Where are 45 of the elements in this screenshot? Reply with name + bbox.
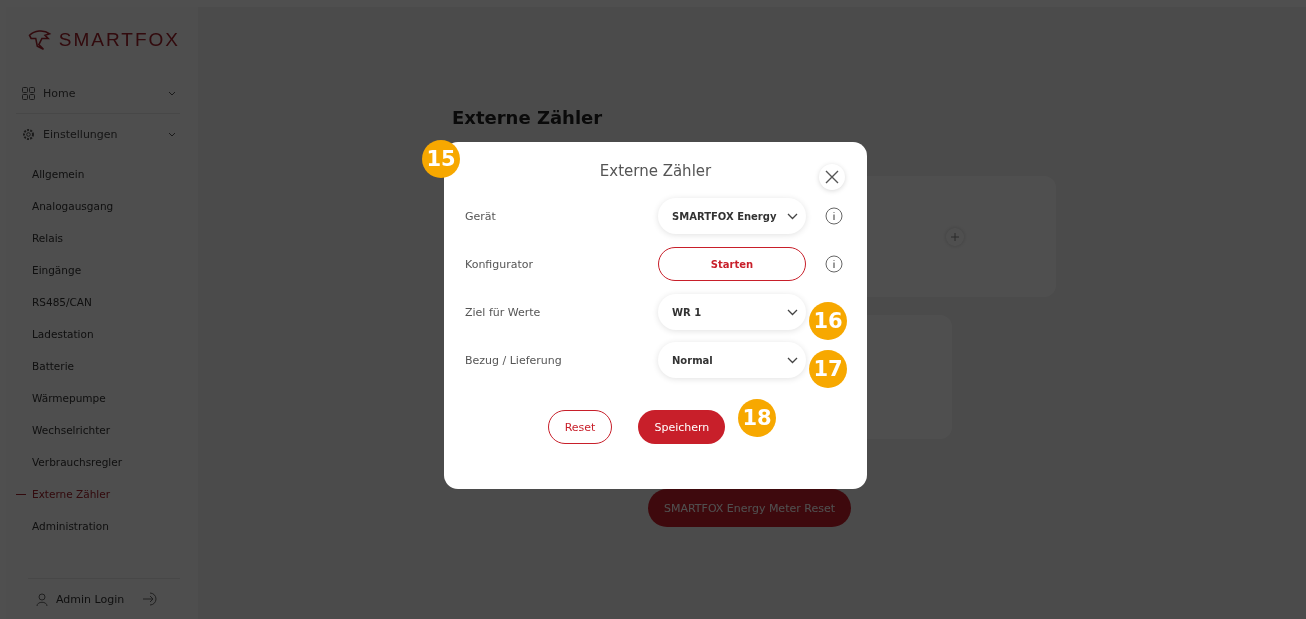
step-number-badge: 17 — [809, 350, 847, 388]
nav-item[interactable]: Einstellungen — [16, 114, 180, 154]
close-icon[interactable] — [825, 170, 839, 184]
settings-icon — [22, 127, 35, 141]
field-label: Gerät — [465, 209, 497, 223]
info-icon[interactable] — [825, 255, 843, 273]
save-button[interactable]: Speichern — [638, 410, 726, 444]
settings-menu-item[interactable]: Relais — [16, 222, 180, 254]
settings-menu-item[interactable]: Analogausgang — [16, 190, 180, 222]
settings-menu-item[interactable]: Eingänge — [16, 254, 180, 286]
select-field[interactable]: WR 1 — [658, 294, 806, 330]
settings-menu-item[interactable]: Allgemein — [16, 158, 180, 190]
field-label: Konfigurator — [465, 257, 535, 271]
settings-menu-item[interactable]: Verbrauchsregler — [16, 446, 180, 478]
settings-menu-item[interactable]: Administration — [16, 510, 180, 542]
step-number-badge: 15 — [422, 140, 460, 178]
reset-button[interactable]: Reset — [547, 410, 613, 444]
chevron-icon — [787, 356, 798, 364]
user-icon — [36, 592, 48, 606]
meter-reset-button[interactable]: SMARTFOX Energy Meter Reset — [648, 489, 851, 527]
page-title: Externe Zähler — [452, 107, 604, 128]
select-field[interactable]: SMARTFOX Energy — [658, 198, 806, 234]
grid-icon — [22, 86, 35, 100]
brand-logo-text: SMARTFOX — [58, 29, 180, 51]
settings-menu-item[interactable]: Wärmepumpe — [16, 382, 180, 414]
chevron-icon — [787, 212, 798, 220]
settings-menu-item[interactable]: Wechselrichter — [16, 414, 180, 446]
chevron-icon — [168, 90, 176, 96]
chevron-icon — [787, 308, 798, 316]
settings-menu-item[interactable]: Ladestation — [16, 318, 180, 350]
field-label: Bezug / Lieferung — [465, 353, 563, 367]
chevron-icon — [168, 131, 176, 137]
admin-login-link[interactable]: Admin Login — [56, 592, 125, 606]
close-button[interactable] — [819, 164, 845, 190]
start-button[interactable]: Starten — [658, 247, 806, 281]
settings-menu-item[interactable]: Batterie — [16, 350, 180, 382]
select-field[interactable]: Normal — [658, 342, 806, 378]
settings-menu-item[interactable]: RS485/CAN — [16, 286, 180, 318]
settings-menu-item[interactable]: Externe Zähler — [16, 478, 180, 510]
field-label: Ziel für Werte — [465, 305, 542, 319]
info-icon[interactable] — [825, 207, 843, 225]
dialog-title: Externe Zähler — [599, 162, 712, 182]
step-number-badge: 16 — [809, 302, 847, 340]
nav-item[interactable]: Home — [16, 73, 180, 114]
step-number-badge: 18 — [738, 399, 776, 437]
